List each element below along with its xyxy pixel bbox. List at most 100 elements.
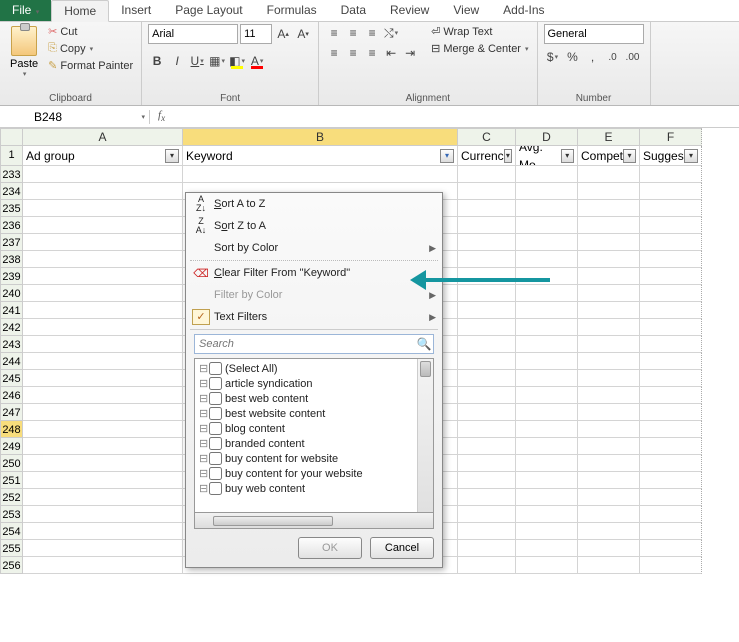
row-header[interactable]: 239 [0,268,23,285]
col-header-B[interactable]: B [183,128,458,146]
cell[interactable] [640,336,702,353]
row-header[interactable]: 255 [0,540,23,557]
cell[interactable] [578,285,640,302]
cell[interactable] [516,557,578,574]
cell[interactable] [516,353,578,370]
cell[interactable] [516,438,578,455]
row-header[interactable]: 234 [0,183,23,200]
cell[interactable] [640,472,702,489]
cell[interactable] [458,404,516,421]
cell[interactable] [640,540,702,557]
cell-C1[interactable]: Currenc▾ [458,146,516,166]
orientation-button[interactable]: ⤭▾ [382,24,400,42]
tab-review[interactable]: Review [378,0,441,21]
cell[interactable] [578,302,640,319]
row-header[interactable]: 244 [0,353,23,370]
cell[interactable] [640,251,702,268]
row-header[interactable]: 252 [0,489,23,506]
row-header[interactable]: 254 [0,523,23,540]
fx-icon[interactable]: fx [150,109,173,123]
cell[interactable] [640,506,702,523]
cell[interactable] [640,370,702,387]
cell[interactable] [578,540,640,557]
cell[interactable] [578,387,640,404]
cell[interactable] [458,336,516,353]
cell[interactable] [458,489,516,506]
cell[interactable] [578,404,640,421]
cell[interactable] [516,217,578,234]
cell[interactable] [640,234,702,251]
cell[interactable] [578,455,640,472]
cell[interactable] [23,506,183,523]
filter-checkbox[interactable] [209,377,222,390]
decrease-decimal-button[interactable]: .00 [624,48,642,66]
filter-checkbox[interactable] [209,437,222,450]
filter-ok-button[interactable]: OK [298,537,362,559]
row-header[interactable]: 235 [0,200,23,217]
cell[interactable] [458,387,516,404]
cell[interactable] [578,353,640,370]
col-header-A[interactable]: A [23,128,183,146]
cell[interactable] [640,523,702,540]
tab-data[interactable]: Data [329,0,378,21]
cell[interactable] [516,166,578,183]
increase-indent-button[interactable]: ⇥ [401,44,419,62]
text-filters-item[interactable]: ✓ Text Filters ▶ [186,306,442,328]
cell[interactable] [458,438,516,455]
cell[interactable] [23,455,183,472]
row-header[interactable]: 242 [0,319,23,336]
cell[interactable] [516,455,578,472]
cell[interactable] [640,404,702,421]
cell[interactable] [23,557,183,574]
cell[interactable] [578,489,640,506]
cell[interactable] [516,336,578,353]
cell[interactable] [458,506,516,523]
cell[interactable] [578,336,640,353]
cell[interactable] [23,421,183,438]
cell[interactable] [516,319,578,336]
row-header[interactable]: 249 [0,438,23,455]
filter-value-item[interactable]: ⊟buy content for your website [195,466,417,481]
cell-B1[interactable]: Keyword▾ [183,146,458,166]
cell[interactable] [23,387,183,404]
font-color-button[interactable]: A▾ [248,52,266,70]
cell[interactable] [23,540,183,557]
row-header[interactable]: 238 [0,251,23,268]
cell[interactable] [640,166,702,183]
cell[interactable] [578,183,640,200]
filter-checkbox[interactable] [209,467,222,480]
cell[interactable] [578,268,640,285]
clear-filter-item[interactable]: ⌫ Clear Filter From "Keyword" [186,262,442,284]
italic-button[interactable]: I [168,52,186,70]
cell[interactable] [23,319,183,336]
cell[interactable] [640,353,702,370]
cell[interactable] [23,268,183,285]
filter-scrollbar-v[interactable] [417,359,433,512]
cell[interactable] [516,370,578,387]
row-header[interactable]: 250 [0,455,23,472]
cell[interactable] [458,319,516,336]
col-header-D[interactable]: D [516,128,578,146]
decrease-font-button[interactable]: A▾ [294,25,312,43]
font-size-select[interactable] [240,24,272,44]
cell[interactable] [516,472,578,489]
cell[interactable] [640,302,702,319]
filter-value-item[interactable]: ⊟buy web content [195,481,417,496]
filter-value-item[interactable]: ⊟branded content [195,436,417,451]
cell[interactable] [458,183,516,200]
cell[interactable] [183,166,458,183]
cell[interactable] [458,302,516,319]
row-header[interactable]: 237 [0,234,23,251]
cell[interactable] [516,489,578,506]
accounting-format-button[interactable]: $▾ [544,48,562,66]
col-header-E[interactable]: E [578,128,640,146]
cell[interactable] [516,387,578,404]
cell[interactable] [578,421,640,438]
row-header[interactable]: 251 [0,472,23,489]
cell[interactable] [578,557,640,574]
row-header[interactable]: 233 [0,166,23,183]
cell[interactable] [516,421,578,438]
select-all-corner[interactable] [0,128,23,146]
row-header[interactable]: 236 [0,217,23,234]
cell[interactable] [640,421,702,438]
